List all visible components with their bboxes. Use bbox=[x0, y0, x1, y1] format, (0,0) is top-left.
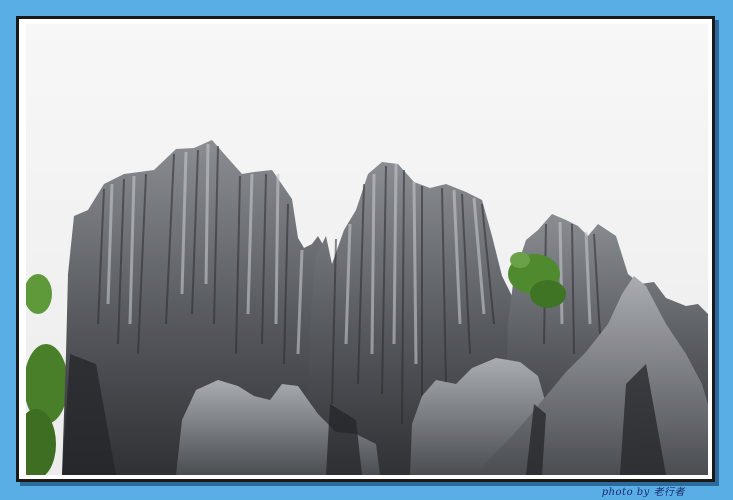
karst-photo-svg bbox=[26, 24, 708, 475]
photo-credit-caption: photo by 老行者 bbox=[601, 487, 685, 498]
karst-photo bbox=[26, 24, 708, 475]
